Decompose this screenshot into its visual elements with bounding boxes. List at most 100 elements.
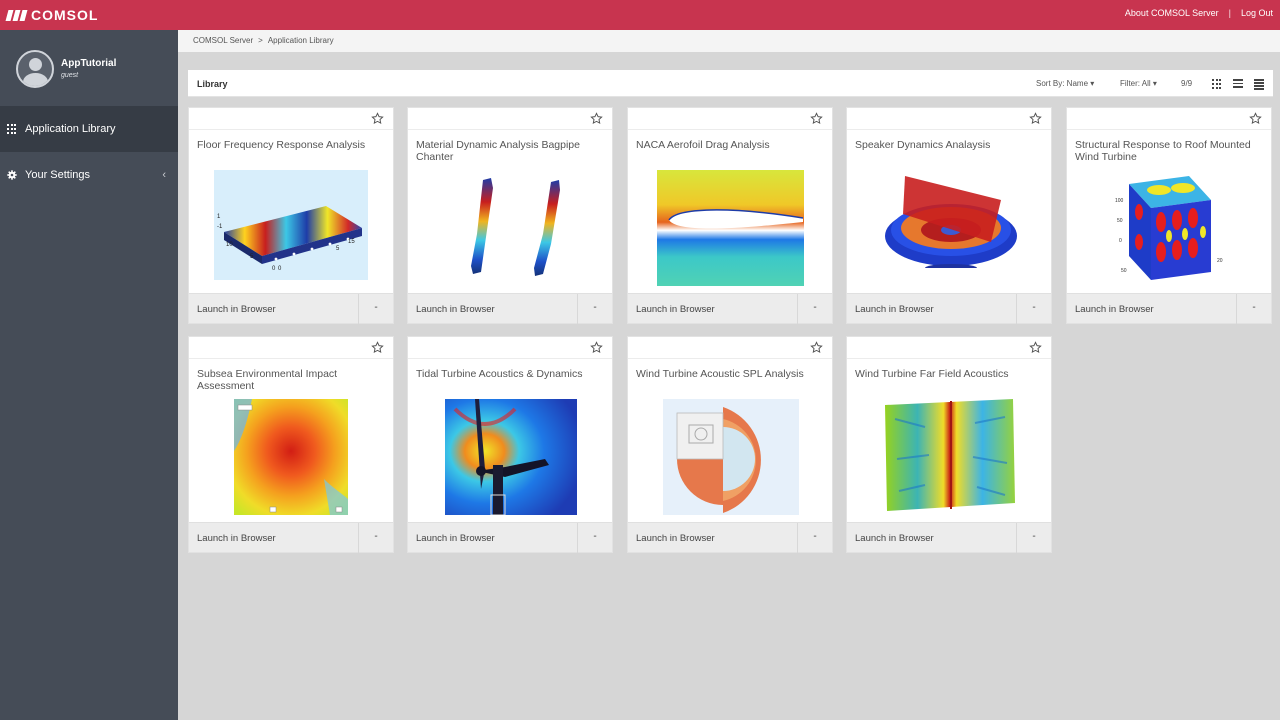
grid-icon — [7, 124, 17, 134]
card-footer: Launch in Browser - — [847, 522, 1051, 553]
more-options-button[interactable]: - — [1236, 294, 1271, 324]
user-name: AppTutorial — [61, 58, 117, 69]
launch-in-browser-button[interactable]: Launch in Browser — [1075, 304, 1154, 315]
svg-text:-1: -1 — [217, 224, 223, 230]
launch-in-browser-button[interactable]: Launch in Browser — [855, 304, 934, 315]
sort-dropdown[interactable]: Sort By: Name ▾ — [1036, 79, 1094, 88]
user-role: guest — [61, 72, 79, 79]
card-title[interactable]: NACA Aerofoil Drag Analysis — [636, 139, 826, 151]
more-options-button[interactable]: - — [797, 294, 832, 324]
logout-link[interactable]: Log Out — [1241, 8, 1273, 18]
card-footer: Launch in Browser - — [847, 293, 1051, 324]
wind-turbine-far-field-thumbnail — [885, 399, 1015, 511]
star-icon[interactable] — [1249, 112, 1262, 125]
sidebar-item-your-settings[interactable]: Your Settings ‹ — [0, 152, 178, 198]
more-options-button[interactable]: - — [797, 523, 832, 553]
more-options-button[interactable]: - — [358, 523, 393, 553]
tidal-turbine-thumbnail — [445, 399, 577, 515]
app-card-speaker-dynamics[interactable]: Speaker Dynamics Analaysis Launch in Bro… — [846, 107, 1052, 324]
more-options-button[interactable]: - — [358, 294, 393, 324]
star-icon[interactable] — [590, 341, 603, 354]
library-title: Library — [197, 79, 228, 89]
top-separator: | — [1228, 8, 1231, 18]
avatar — [16, 50, 54, 88]
svg-text:20: 20 — [1217, 258, 1223, 264]
sidebar-item-label: Application Library — [25, 123, 116, 135]
user-panel: AppTutorial guest — [0, 30, 178, 105]
about-link[interactable]: About COMSOL Server — [1125, 8, 1219, 18]
card-title[interactable]: Wind Turbine Acoustic SPL Analysis — [636, 368, 826, 380]
library-header: Library Sort By: Name ▾ Filter: All ▾ 9/… — [188, 70, 1273, 97]
wind-turbine-spl-thumbnail — [663, 399, 799, 515]
star-icon[interactable] — [590, 112, 603, 125]
svg-text:10: 10 — [226, 242, 233, 248]
svg-text:100: 100 — [1115, 198, 1124, 204]
launch-in-browser-button[interactable]: Launch in Browser — [636, 533, 715, 544]
card-title[interactable]: Structural Response to Roof Mounted Wind… — [1075, 139, 1265, 163]
card-title[interactable]: Wind Turbine Far Field Acoustics — [855, 368, 1045, 380]
chevron-left-icon[interactable]: ‹ — [162, 169, 166, 181]
app-card-subsea-environmental[interactable]: Subsea Environmental Impact Assessment L… — [188, 336, 394, 553]
card-footer: Launch in Browser - — [628, 522, 832, 553]
app-card-tidal-turbine[interactable]: Tidal Turbine Acoustics & Dynamics Launc… — [407, 336, 613, 553]
sidebar-item-label: Your Settings — [25, 169, 91, 181]
card-title[interactable]: Material Dynamic Analysis Bagpipe Chante… — [416, 139, 606, 163]
card-footer: Launch in Browser - — [408, 293, 612, 324]
launch-in-browser-button[interactable]: Launch in Browser — [197, 304, 276, 315]
compact-view-icon[interactable] — [1254, 79, 1264, 90]
launch-in-browser-button[interactable]: Launch in Browser — [636, 304, 715, 315]
launch-in-browser-button[interactable]: Launch in Browser — [416, 533, 495, 544]
more-options-button[interactable]: - — [1016, 523, 1051, 553]
app-card-wind-turbine-spl[interactable]: Wind Turbine Acoustic SPL Analysis Launc… — [627, 336, 833, 553]
breadcrumb-separator: > — [258, 36, 263, 45]
breadcrumb: COMSOL Server > Application Library — [193, 36, 334, 45]
card-footer: Launch in Browser - — [628, 293, 832, 324]
comsol-logo[interactable]: COMSOL — [5, 5, 99, 25]
more-options-button[interactable]: - — [1016, 294, 1051, 324]
star-icon[interactable] — [1029, 112, 1042, 125]
star-icon[interactable] — [810, 341, 823, 354]
card-title[interactable]: Tidal Turbine Acoustics & Dynamics — [416, 368, 606, 380]
launch-in-browser-button[interactable]: Launch in Browser — [855, 533, 934, 544]
svg-text:0: 0 — [1119, 238, 1122, 244]
svg-text:15: 15 — [348, 239, 355, 245]
launch-in-browser-button[interactable]: Launch in Browser — [197, 533, 276, 544]
gear-icon — [7, 170, 17, 180]
breadcrumb-bar: COMSOL Server > Application Library — [178, 30, 1280, 52]
item-count: 9/9 — [1181, 79, 1193, 88]
card-title[interactable]: Subsea Environmental Impact Assessment — [197, 368, 387, 392]
svg-text:50: 50 — [1117, 218, 1123, 224]
sidebar-item-application-library[interactable]: Application Library — [0, 106, 178, 152]
star-icon[interactable] — [371, 112, 384, 125]
star-icon[interactable] — [1029, 341, 1042, 354]
filter-dropdown[interactable]: Filter: All ▾ — [1120, 79, 1157, 88]
subsea-environmental-thumbnail — [234, 399, 348, 515]
star-icon[interactable] — [371, 341, 384, 354]
card-title[interactable]: Floor Frequency Response Analysis — [197, 139, 387, 151]
brand-name: COMSOL — [31, 7, 99, 23]
breadcrumb-library: Application Library — [267, 36, 334, 45]
list-view-icon[interactable] — [1233, 79, 1243, 89]
roof-wind-turbine-thumbnail: 100 50 0 50 20 — [1115, 176, 1223, 280]
svg-text:50: 50 — [1121, 268, 1127, 274]
app-card-bagpipe-chanter[interactable]: Material Dynamic Analysis Bagpipe Chante… — [407, 107, 613, 324]
more-options-button[interactable]: - — [577, 523, 612, 553]
sidebar: AppTutorial guest Application Library Yo… — [0, 30, 178, 720]
star-icon[interactable] — [810, 112, 823, 125]
naca-aerofoil-thumbnail — [657, 170, 804, 286]
card-footer: Launch in Browser - — [408, 522, 612, 553]
launch-in-browser-button[interactable]: Launch in Browser — [416, 304, 495, 315]
card-footer: Launch in Browser - — [1067, 293, 1271, 324]
app-card-floor-frequency[interactable]: Floor Frequency Response Analysis 1 -1 10 … — [188, 107, 394, 324]
app-card-wind-turbine-far-field[interactable]: Wind Turbine Far Field Acoustics Launch … — [846, 336, 1052, 553]
bagpipe-chanter-thumbnail — [471, 178, 560, 276]
breadcrumb-server[interactable]: COMSOL Server — [193, 36, 253, 45]
grid-view-icon[interactable] — [1212, 79, 1222, 89]
speaker-dynamics-thumbnail — [885, 176, 1017, 268]
card-title[interactable]: Speaker Dynamics Analaysis — [855, 139, 1045, 151]
card-footer: Launch in Browser - — [189, 293, 393, 324]
more-options-button[interactable]: - — [577, 294, 612, 324]
comsol-logo-mark — [5, 9, 28, 21]
app-card-roof-wind-turbine[interactable]: Structural Response to Roof Mounted Wind… — [1066, 107, 1272, 324]
app-card-naca-aerofoil[interactable]: NACA Aerofoil Drag Analysis Launch in Br… — [627, 107, 833, 324]
